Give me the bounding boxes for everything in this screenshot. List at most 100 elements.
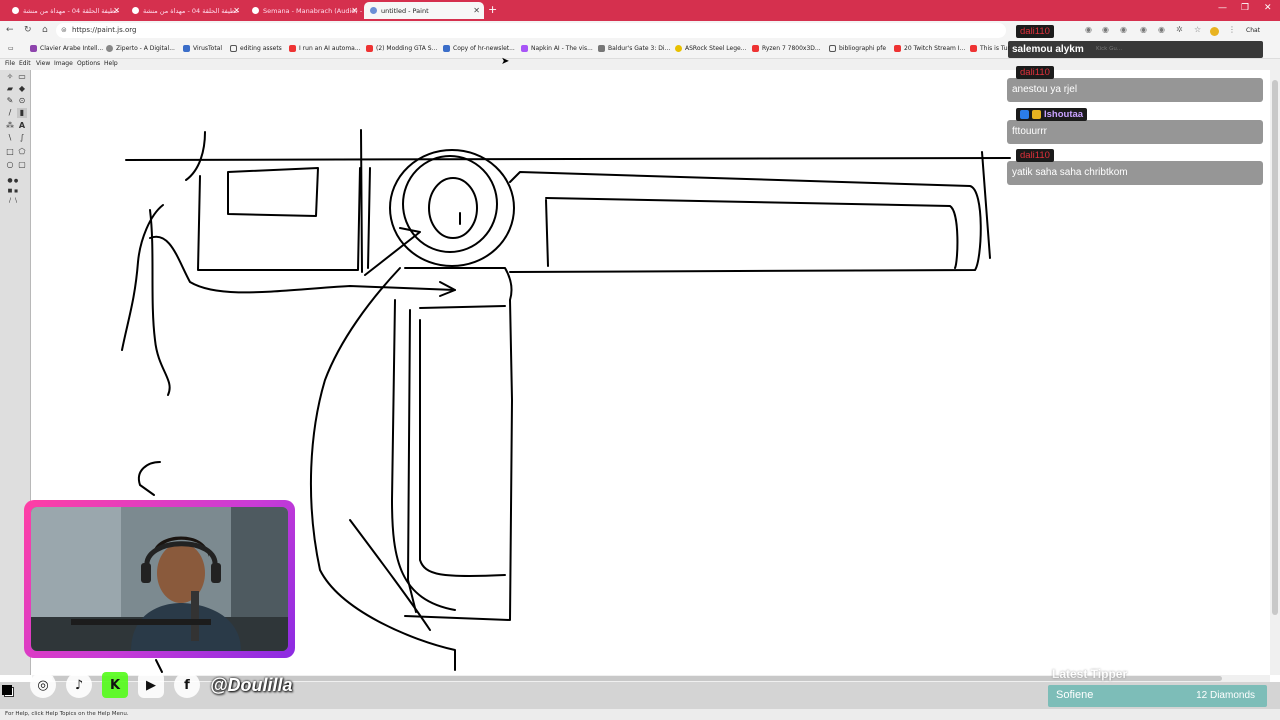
profile-avatar[interactable]: [1210, 27, 1219, 36]
home-icon[interactable]: ⌂: [42, 25, 48, 35]
menu-image[interactable]: Image: [54, 60, 73, 67]
close-tab-icon[interactable]: ✕: [233, 6, 240, 15]
url-text: https://paint.js.org: [72, 26, 137, 34]
tab-title: Semana - Manabrach (Audio) - Yo: [263, 6, 362, 15]
extension-icon[interactable]: ◉: [1120, 25, 1127, 34]
menu-view[interactable]: View: [36, 60, 50, 67]
close-tab-icon[interactable]: ✕: [113, 6, 120, 15]
bookmark-label: 20 Twitch Stream I...: [904, 45, 966, 52]
brush-shape-option-icon[interactable]: ■: [11, 186, 21, 196]
bookmark-item[interactable]: Baldur's Gate 3: Di...: [598, 45, 670, 52]
menu-dots-icon[interactable]: ⋮: [1228, 25, 1236, 34]
bookmark-item[interactable]: Copy of hr-newslet...: [443, 45, 515, 52]
chat-username: dali110: [1016, 66, 1054, 79]
brush-slash-option-icon[interactable]: \: [11, 196, 21, 206]
kick-icon: K: [102, 672, 128, 698]
bookmarks-apps-icon[interactable]: ▭: [8, 45, 14, 52]
polygon-icon[interactable]: ⬠: [17, 147, 27, 157]
free-select-icon[interactable]: ✧: [5, 72, 15, 82]
menu-file[interactable]: File: [5, 60, 15, 67]
bookmark-item[interactable]: Ziperto - A Digital...: [106, 45, 175, 52]
bookmark-item[interactable]: Ryzen 7 7800x3D...: [752, 45, 821, 52]
line-icon[interactable]: \: [5, 133, 15, 143]
airbrush-icon[interactable]: ⁂: [5, 121, 15, 131]
menu-edit[interactable]: Edit: [19, 60, 31, 67]
mouse-cursor-icon: ➤: [501, 56, 510, 67]
tab-title: untitled - Paint: [381, 6, 429, 15]
bookmark-item[interactable]: (2) Modding GTA S...: [366, 45, 437, 52]
paint-favicon-icon: [370, 7, 377, 14]
bookmark-item[interactable]: Clavier Arabe Intell...: [30, 45, 103, 52]
new-tab-icon[interactable]: +: [488, 3, 497, 16]
youtube-favicon-icon: [12, 7, 19, 14]
tab-title: خطيفة الحلقة 04 - مهداة من منشة: [143, 6, 240, 15]
social-links: ◎ ♪ K ▶ f @Doulilla: [30, 670, 293, 700]
ellipse-icon[interactable]: ○: [5, 160, 15, 170]
youtube-icon: ▶: [138, 672, 164, 698]
curve-icon[interactable]: ∫: [17, 133, 27, 143]
site-info-icon[interactable]: ⊜: [61, 23, 67, 38]
vertical-scrollbar[interactable]: [1270, 70, 1280, 675]
bookmark-label: Napkin AI - The vis...: [531, 45, 593, 52]
menu-options[interactable]: Options: [77, 60, 100, 67]
close-tab-icon[interactable]: ✕: [351, 6, 358, 15]
bookmark-star-icon[interactable]: ☆: [1194, 25, 1201, 34]
bookmark-item[interactable]: Napkin AI - The vis...: [521, 45, 593, 52]
bookmark-item[interactable]: ASRock Steel Lege...: [675, 45, 746, 52]
bookmark-item[interactable]: I run an AI automa...: [289, 45, 361, 52]
brush-icon[interactable]: ▮: [17, 108, 27, 118]
chat-username: dali110: [1016, 149, 1054, 162]
color-picker-icon[interactable]: ✎: [5, 96, 15, 106]
browser-tab[interactable]: Semana - Manabrach (Audio) - Yo ✕: [246, 2, 362, 19]
fill-icon[interactable]: ◆: [17, 84, 27, 94]
bookmark-item[interactable]: 20 Twitch Stream I...: [894, 45, 965, 52]
extension-icon[interactable]: ◉: [1158, 25, 1165, 34]
foreground-color-swatch[interactable]: [2, 685, 12, 695]
youtube-favicon-icon: [252, 7, 259, 14]
extension-icon[interactable]: ◉: [1085, 25, 1092, 34]
bookmark-item[interactable]: VirusTotal: [183, 45, 222, 52]
bookmark-label: ASRock Steel Lege...: [685, 45, 747, 52]
browser-tab[interactable]: خطيفة الحلقة 04 - مهداة من منشة ✕: [126, 2, 244, 19]
bookmark-label: Clavier Arabe Intell...: [40, 45, 104, 52]
scrollbar-thumb[interactable]: [1272, 80, 1278, 615]
browser-tab-active[interactable]: untitled - Paint ✕: [364, 2, 484, 19]
extensions-puzzle-icon[interactable]: ✲: [1176, 25, 1183, 34]
menu-help[interactable]: Help: [104, 60, 118, 67]
rounded-rect-icon[interactable]: ▢: [17, 160, 27, 170]
chat-message-text: yatik saha saha chribtkom: [1012, 167, 1128, 178]
reload-icon[interactable]: ↻: [24, 25, 32, 35]
streamer-silhouette: [31, 507, 288, 651]
streamer-handle: @Doulilla: [210, 674, 293, 695]
brush-size-option-icon[interactable]: ●: [11, 176, 21, 186]
extension-icon[interactable]: ◉: [1102, 25, 1109, 34]
extension-icon[interactable]: ◉: [1140, 25, 1147, 34]
browser-tab[interactable]: خطيفة الحلقة 04 - مهداة من منشة ✕: [6, 2, 124, 19]
close-tab-icon[interactable]: ✕: [473, 6, 480, 15]
maximize-icon[interactable]: ❐: [1241, 3, 1249, 13]
pencil-icon[interactable]: /: [5, 108, 15, 118]
rectangle-icon[interactable]: □: [5, 147, 15, 157]
facebook-icon: f: [174, 672, 200, 698]
rect-select-icon[interactable]: ▭: [17, 72, 27, 82]
chat-message: yatik saha saha chribtkom: [1007, 161, 1263, 185]
magnifier-icon[interactable]: ⊙: [17, 96, 27, 106]
bookmark-label: Copy of hr-newslet...: [453, 45, 515, 52]
text-icon[interactable]: A: [17, 121, 27, 131]
chat-username: dali110: [1016, 25, 1054, 38]
minimize-icon[interactable]: —: [1218, 3, 1227, 13]
back-icon[interactable]: ←: [6, 25, 14, 35]
latest-tipper-box: Sofiene 12 Diamonds: [1048, 685, 1267, 707]
bookmark-label: I run an AI automa...: [299, 45, 361, 52]
close-window-icon[interactable]: ✕: [1264, 3, 1272, 13]
chat-button[interactable]: Chat: [1246, 27, 1260, 34]
status-bar: For Help, click Help Topics on the Help …: [0, 709, 1280, 720]
bookmark-label: VirusTotal: [193, 45, 223, 52]
bookmark-folder[interactable]: editing assets: [230, 45, 282, 52]
bookmark-label: editing assets: [240, 45, 282, 52]
address-bar[interactable]: ⊜ https://paint.js.org: [56, 23, 1006, 38]
chat-ghost-text: Kick Gu...: [1096, 46, 1123, 52]
bookmark-folder[interactable]: bibliographi pfe: [829, 45, 886, 52]
eraser-icon[interactable]: ▰: [5, 84, 15, 94]
bookmark-label: Ziperto - A Digital...: [116, 45, 175, 52]
